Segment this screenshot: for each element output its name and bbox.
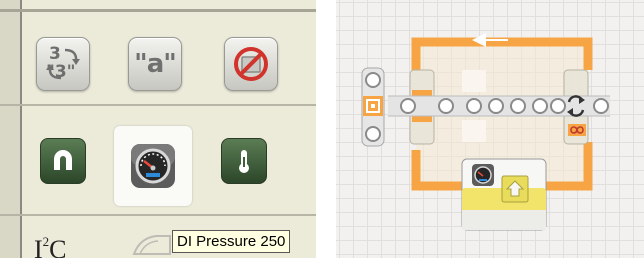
number-to-text-button[interactable]: 3 "3" (36, 37, 90, 91)
pressure-sensor-button[interactable] (114, 126, 192, 206)
number-to-text-icon: 3 "3" (43, 44, 83, 84)
section-label-c: C (49, 235, 67, 258)
pressure-sensor-block[interactable] (461, 158, 547, 231)
palette-separator-bottom (0, 214, 316, 216)
section-label-i: I (34, 235, 43, 258)
temperature-sensor-button[interactable] (221, 138, 267, 184)
pressure-gauge-icon (472, 164, 494, 186)
block-palette: 3 "3" "a" I2C DI Pressure 250 (0, 0, 316, 258)
text-button[interactable]: "a" (128, 37, 182, 91)
program-diagram (361, 33, 610, 231)
pressure-gauge-icon (131, 144, 175, 188)
magnet-sensor-button[interactable] (40, 138, 86, 184)
text-icon: "a" (134, 49, 177, 79)
magnet-icon (54, 150, 72, 170)
palette-separator-middle (0, 104, 316, 106)
partial-block-icon (132, 235, 171, 255)
tooltip: DI Pressure 250 (172, 230, 291, 253)
infinity-icon (568, 124, 586, 136)
disabled-block-button[interactable] (224, 37, 278, 91)
palette-divider (20, 0, 22, 258)
palette-edge (0, 0, 20, 258)
section-label-i2c: I2C (34, 234, 67, 258)
program-canvas[interactable] (336, 0, 644, 258)
thermometer-icon (239, 150, 249, 173)
no-entry-icon (234, 47, 268, 81)
palette-separator-top (0, 9, 316, 12)
start-block[interactable] (361, 67, 385, 147)
